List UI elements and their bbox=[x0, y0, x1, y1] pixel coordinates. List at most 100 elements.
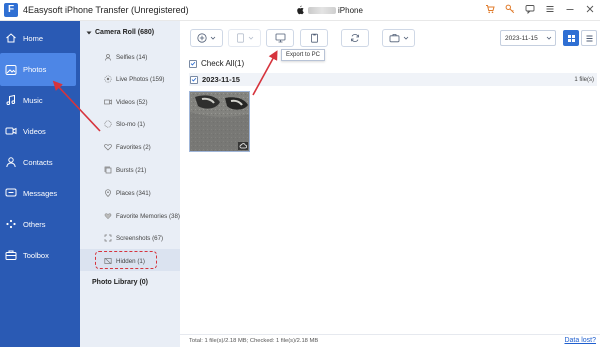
camera-roll-header[interactable]: Camera Roll (680) bbox=[86, 29, 154, 36]
checkmark-icon bbox=[191, 77, 197, 82]
category-slomo[interactable]: Slo-mo (1) bbox=[104, 120, 145, 128]
toolbox-icon bbox=[4, 248, 18, 262]
list-view-button[interactable] bbox=[581, 30, 597, 46]
category-panel: Camera Roll (680) Selfies (14) Live Phot… bbox=[80, 21, 180, 347]
key-icon[interactable] bbox=[504, 3, 516, 15]
photo-thumbnail[interactable] bbox=[189, 91, 250, 152]
category-label: Hidden (1) bbox=[116, 257, 145, 265]
category-videos[interactable]: Videos (52) bbox=[104, 98, 148, 106]
sidebar-item-home[interactable]: Home bbox=[0, 23, 80, 53]
sidebar: Home Photos Music Videos Contacts Messag… bbox=[0, 21, 80, 347]
phone-icon bbox=[236, 33, 244, 43]
check-all-label: Check All(1) bbox=[201, 59, 245, 68]
sidebar-item-label: Home bbox=[23, 33, 44, 43]
photo-library-header[interactable]: Photo Library (0) bbox=[92, 279, 148, 286]
clipboard-icon bbox=[310, 33, 318, 43]
category-label: Slo-mo (1) bbox=[116, 120, 145, 128]
sidebar-item-label: Photos bbox=[23, 65, 47, 74]
date-group-checkbox[interactable] bbox=[190, 75, 198, 84]
camera-roll-label: Camera Roll (680) bbox=[95, 29, 155, 36]
sidebar-item-others[interactable]: Others bbox=[0, 209, 80, 239]
date-group-label: 2023-11-15 bbox=[202, 75, 240, 84]
date-dropdown[interactable]: 2023-11-15 bbox=[500, 30, 556, 46]
category-label: Favorite Memories (38) bbox=[116, 212, 180, 220]
file-count: 1 file(s) bbox=[574, 77, 594, 83]
photos-icon bbox=[4, 63, 18, 77]
refresh-button[interactable] bbox=[341, 29, 369, 47]
sidebar-item-contacts[interactable]: Contacts bbox=[0, 147, 80, 177]
cloud-icon bbox=[238, 142, 248, 150]
category-live-photos[interactable]: Live Photos (159) bbox=[104, 75, 165, 83]
title-bar: F 4Easysoft iPhone Transfer (Unregistere… bbox=[0, 0, 600, 21]
hidden-icon bbox=[104, 257, 112, 265]
checkmark-icon bbox=[190, 61, 196, 66]
check-all[interactable]: Check All(1) bbox=[189, 59, 244, 68]
category-selfies[interactable]: Selfies (14) bbox=[104, 53, 147, 61]
device-name: iPhone bbox=[338, 5, 363, 15]
selfie-icon bbox=[104, 53, 112, 61]
category-label: Selfies (14) bbox=[116, 53, 148, 61]
sidebar-item-label: Contacts bbox=[23, 157, 53, 167]
sidebar-item-music[interactable]: Music bbox=[0, 85, 80, 115]
chevron-down-icon bbox=[546, 36, 552, 40]
menu-icon[interactable] bbox=[544, 3, 556, 15]
category-bursts[interactable]: Bursts (21) bbox=[104, 166, 146, 174]
video-icon bbox=[104, 98, 112, 106]
device-selector[interactable]: iPhone bbox=[296, 4, 363, 16]
toolbox-icon bbox=[389, 34, 399, 43]
export-tooltip: Export to PC bbox=[281, 49, 326, 61]
category-favorite-memories[interactable]: Favorite Memories (38) bbox=[104, 212, 180, 220]
cart-icon[interactable] bbox=[484, 3, 496, 15]
chevron-down-icon bbox=[248, 36, 253, 40]
category-screenshots[interactable]: Screenshots (67) bbox=[104, 234, 163, 242]
live-photo-icon bbox=[104, 75, 112, 83]
main-content: Export to PC 2023-11-15 Check All(1) 202… bbox=[180, 21, 600, 347]
grid-view-button[interactable] bbox=[563, 30, 579, 46]
slomo-icon bbox=[104, 120, 112, 128]
sidebar-item-photos[interactable]: Photos bbox=[0, 53, 76, 86]
close-icon[interactable] bbox=[584, 3, 596, 15]
device-name-redacted bbox=[308, 6, 336, 14]
chevron-down-icon bbox=[210, 36, 216, 40]
sidebar-item-label: Messages bbox=[23, 188, 58, 198]
export-to-pc-button[interactable] bbox=[266, 29, 294, 47]
video-icon bbox=[4, 124, 18, 138]
messages-icon bbox=[4, 186, 18, 200]
app-logo: F bbox=[4, 3, 18, 17]
sidebar-item-label: Toolbox bbox=[23, 250, 49, 260]
chevron-down-icon bbox=[403, 36, 408, 40]
add-button[interactable] bbox=[190, 29, 223, 47]
export-to-device-button[interactable] bbox=[228, 29, 261, 47]
list-icon bbox=[586, 35, 592, 41]
status-text: Total: 1 file(s)/2.18 MB; Checked: 1 fil… bbox=[189, 338, 319, 344]
sidebar-item-toolbox[interactable]: Toolbox bbox=[0, 240, 80, 270]
apple-icon bbox=[297, 5, 304, 15]
category-label: Bursts (21) bbox=[116, 166, 147, 174]
toolbox-dropdown-button[interactable] bbox=[382, 29, 415, 47]
category-hidden[interactable]: Hidden (1) bbox=[104, 257, 145, 265]
window-controls bbox=[484, 3, 596, 15]
sidebar-item-messages[interactable]: Messages bbox=[0, 178, 80, 208]
place-icon bbox=[104, 189, 112, 197]
category-label: Places (341) bbox=[116, 189, 151, 197]
grid-icon bbox=[567, 34, 575, 42]
chat-icon[interactable] bbox=[524, 3, 536, 15]
status-bar: Total: 1 file(s)/2.18 MB; Checked: 1 fil… bbox=[180, 334, 600, 347]
date-group-header: 2023-11-15 bbox=[189, 73, 597, 86]
heart-icon bbox=[104, 143, 112, 151]
chevron-down-icon bbox=[86, 31, 92, 34]
check-all-checkbox[interactable] bbox=[189, 59, 197, 68]
category-label: Videos (52) bbox=[116, 98, 148, 106]
bursts-icon bbox=[104, 166, 112, 174]
category-favorites[interactable]: Favorites (2) bbox=[104, 143, 151, 151]
sidebar-item-videos[interactable]: Videos bbox=[0, 116, 80, 146]
toolbar: Export to PC 2023-11-15 bbox=[180, 21, 600, 61]
category-label: Screenshots (67) bbox=[116, 234, 164, 242]
app-title: 4Easysoft iPhone Transfer (Unregistered) bbox=[23, 5, 189, 15]
minimize-icon[interactable] bbox=[564, 3, 576, 15]
data-lost-link[interactable]: Data lost? bbox=[564, 337, 596, 344]
others-icon bbox=[4, 217, 18, 231]
delete-button[interactable] bbox=[300, 29, 328, 47]
category-label: Live Photos (159) bbox=[116, 75, 165, 83]
category-places[interactable]: Places (341) bbox=[104, 189, 151, 197]
